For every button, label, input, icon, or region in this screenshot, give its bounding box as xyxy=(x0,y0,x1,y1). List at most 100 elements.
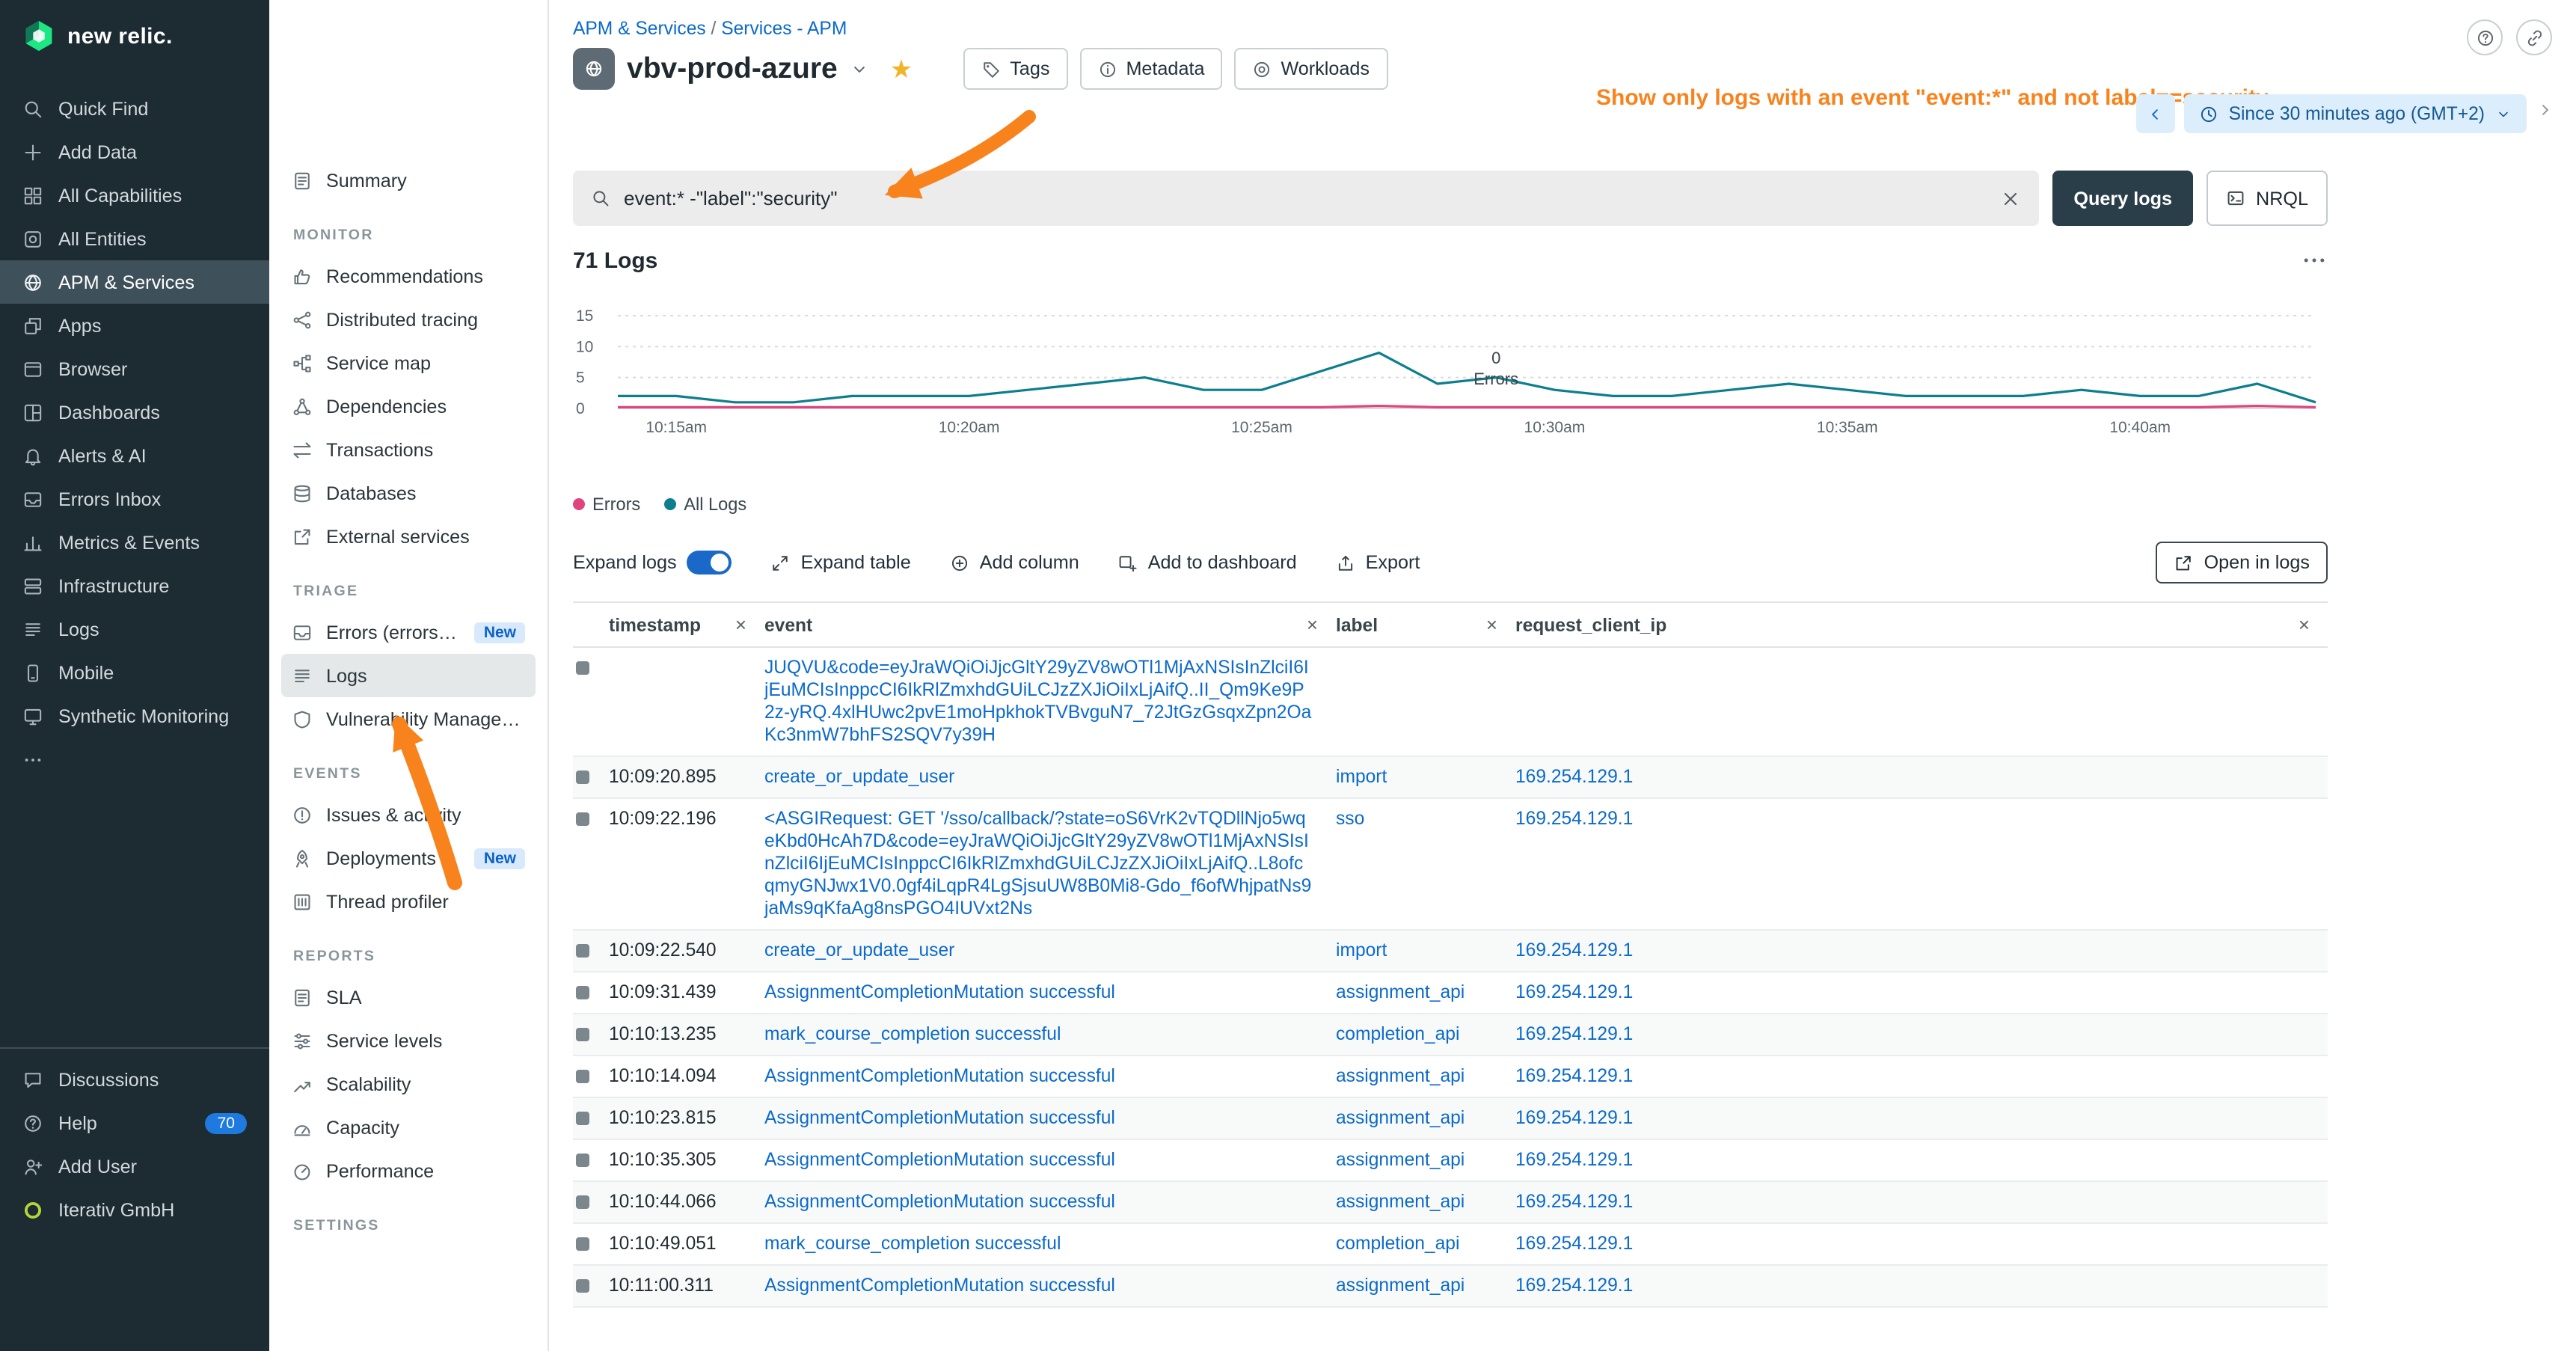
subnav-item-databases[interactable]: Databases xyxy=(281,471,536,515)
subnav-item-sla[interactable]: SLA xyxy=(281,975,536,1019)
subnav-item-issues-activity[interactable]: Issues & activity xyxy=(281,793,536,836)
add-column-button[interactable]: Add column xyxy=(950,552,1079,573)
entity-chevron-down-icon[interactable] xyxy=(850,59,869,79)
log-row[interactable]: 10:10:14.094AssignmentCompletionMutation… xyxy=(573,1056,2328,1098)
sidebar-item-add-data[interactable]: Add Data xyxy=(0,130,269,174)
sidebar-item-errors-inbox[interactable]: Errors Inbox xyxy=(0,477,269,521)
time-back-button[interactable] xyxy=(2136,94,2175,133)
sidebar-item-add-user[interactable]: Add User xyxy=(0,1145,269,1188)
log-event-link[interactable]: create_or_update_user xyxy=(764,766,954,787)
log-label-link[interactable]: assignment_api xyxy=(1336,1065,1465,1086)
log-event-link[interactable]: JUQVU&code=eyJraWQiOiJjcGltY29yZV8wOTl1M… xyxy=(764,657,1311,745)
export-button[interactable]: Export xyxy=(1336,552,1420,573)
breadcrumb-services-apm[interactable]: Services - APM xyxy=(721,18,847,39)
expand-logs-toggle[interactable] xyxy=(687,551,732,575)
log-label-link[interactable]: import xyxy=(1336,766,1387,787)
log-ip-link[interactable]: 169.254.129.1 xyxy=(1515,1149,1633,1170)
subnav-item-service-levels[interactable]: Service levels xyxy=(281,1019,536,1062)
log-event-link[interactable]: AssignmentCompletionMutation successful xyxy=(764,1149,1115,1170)
log-row[interactable]: 10:10:13.235mark_course_completion succe… xyxy=(573,1014,2328,1056)
log-label-link[interactable]: assignment_api xyxy=(1336,1191,1465,1212)
log-ip-link[interactable]: 169.254.129.1 xyxy=(1515,1065,1633,1086)
remove-column-icon[interactable]: × xyxy=(1486,615,1497,634)
sidebar-item-all-entities[interactable]: All Entities xyxy=(0,217,269,260)
log-event-link[interactable]: mark_course_completion successful xyxy=(764,1023,1061,1044)
row-select[interactable] xyxy=(573,1182,609,1209)
subnav-item-distributed-tracing[interactable]: Distributed tracing xyxy=(281,298,536,341)
log-row[interactable]: 10:09:22.540create_or_update_userimport1… xyxy=(573,931,2328,972)
log-row[interactable]: 10:10:35.305AssignmentCompletionMutation… xyxy=(573,1140,2328,1182)
row-select[interactable] xyxy=(573,1140,609,1167)
row-select[interactable] xyxy=(573,648,609,675)
query-logs-button[interactable]: Query logs xyxy=(2052,171,2193,226)
sidebar-item-iterativ-gmbh[interactable]: Iterativ GmbH xyxy=(0,1188,269,1231)
row-select[interactable] xyxy=(573,1056,609,1083)
log-label-link[interactable]: import xyxy=(1336,940,1387,961)
log-row[interactable]: 10:10:23.815AssignmentCompletionMutation… xyxy=(573,1098,2328,1140)
metadata-button[interactable]: Metadata xyxy=(1079,48,1222,90)
subnav-item-external-services[interactable]: External services xyxy=(281,515,536,558)
sidebar-item-logs[interactable]: Logs xyxy=(0,607,269,651)
sidebar-item-metrics-events[interactable]: Metrics & Events xyxy=(0,521,269,564)
sidebar-item-synthetic-monitoring[interactable]: Synthetic Monitoring xyxy=(0,694,269,738)
log-label-link[interactable]: assignment_api xyxy=(1336,1107,1465,1128)
legend-item-all-logs[interactable]: All Logs xyxy=(664,494,746,515)
log-row[interactable]: 10:09:20.895create_or_update_userimport1… xyxy=(573,757,2328,799)
log-label-link[interactable]: assignment_api xyxy=(1336,981,1465,1002)
time-forward-button[interactable] xyxy=(2536,100,2555,127)
permalink-button[interactable] xyxy=(2516,19,2552,55)
logs-chart-svg[interactable]: 05101510:15am10:20am10:25am10:30am10:35a… xyxy=(573,304,2328,447)
sidebar-item-infrastructure[interactable]: Infrastructure xyxy=(0,564,269,607)
log-row[interactable]: 10:09:22.196<ASGIRequest: GET '/sso/call… xyxy=(573,799,2328,931)
sidebar-item-apps[interactable]: Apps xyxy=(0,304,269,347)
row-select[interactable] xyxy=(573,799,609,826)
log-ip-link[interactable]: 169.254.129.1 xyxy=(1515,1233,1633,1254)
log-label-link[interactable]: completion_api xyxy=(1336,1233,1459,1254)
log-ip-link[interactable]: 169.254.129.1 xyxy=(1515,1275,1633,1296)
breadcrumb-apm-services[interactable]: APM & Services xyxy=(573,18,706,39)
row-select[interactable] xyxy=(573,1266,609,1293)
help-button[interactable] xyxy=(2467,19,2503,55)
subnav-item-errors-errors-inb[interactable]: Errors (errors inb...New xyxy=(281,610,536,654)
subnav-item-recommendations[interactable]: Recommendations xyxy=(281,254,536,298)
log-search-input[interactable]: event:* -"label":"security" xyxy=(573,171,2039,226)
log-ip-link[interactable]: 169.254.129.1 xyxy=(1515,808,1633,829)
new-relic-logo[interactable]: new relic. xyxy=(0,0,269,72)
log-ip-link[interactable]: 169.254.129.1 xyxy=(1515,1023,1633,1044)
log-ip-link[interactable]: 169.254.129.1 xyxy=(1515,766,1633,787)
log-row[interactable]: 10:09:31.439AssignmentCompletionMutation… xyxy=(573,972,2328,1014)
favorite-star-icon[interactable]: ★ xyxy=(890,56,913,82)
remove-column-icon[interactable]: × xyxy=(735,615,746,634)
sidebar-item-alerts-ai[interactable]: Alerts & AI xyxy=(0,434,269,477)
time-picker[interactable]: Since 30 minutes ago (GMT+2) xyxy=(2184,94,2527,133)
subnav-item-thread-profiler[interactable]: Thread profiler xyxy=(281,880,536,923)
log-event-link[interactable]: AssignmentCompletionMutation successful xyxy=(764,1191,1115,1212)
log-event-link[interactable]: mark_course_completion successful xyxy=(764,1233,1061,1254)
sidebar-item-dashboards[interactable]: Dashboards xyxy=(0,390,269,434)
log-event-link[interactable]: AssignmentCompletionMutation successful xyxy=(764,1275,1115,1296)
log-ip-link[interactable]: 169.254.129.1 xyxy=(1515,940,1633,961)
log-ip-link[interactable]: 169.254.129.1 xyxy=(1515,981,1633,1002)
open-in-logs-button[interactable]: Open in logs xyxy=(2156,542,2328,583)
log-row[interactable]: 10:11:00.311AssignmentCompletionMutation… xyxy=(573,1266,2328,1308)
log-label-link[interactable]: sso xyxy=(1336,808,1364,829)
more-options-icon[interactable] xyxy=(2301,247,2328,274)
subnav-item-service-map[interactable]: Service map xyxy=(281,341,536,385)
log-event-link[interactable]: AssignmentCompletionMutation successful xyxy=(764,981,1115,1002)
subnav-item-dependencies[interactable]: Dependencies xyxy=(281,385,536,428)
log-label-link[interactable]: assignment_api xyxy=(1336,1149,1465,1170)
sidebar-item-help[interactable]: Help70 xyxy=(0,1101,269,1145)
tags-button[interactable]: Tags xyxy=(963,48,1067,90)
row-select[interactable] xyxy=(573,1014,609,1041)
sidebar-item-discussions[interactable]: Discussions xyxy=(0,1058,269,1101)
subnav-item-vulnerability-management[interactable]: Vulnerability Management xyxy=(281,697,536,741)
sidebar-item-browser[interactable]: Browser xyxy=(0,347,269,390)
nrql-button[interactable]: NRQL xyxy=(2207,171,2328,226)
log-event-link[interactable]: AssignmentCompletionMutation successful xyxy=(764,1107,1115,1128)
clear-query-icon[interactable] xyxy=(2000,188,2021,209)
subnav-item-transactions[interactable]: Transactions xyxy=(281,428,536,471)
subnav-item-deployments[interactable]: DeploymentsNew xyxy=(281,836,536,880)
sidebar-item-all-capabilities[interactable]: All Capabilities xyxy=(0,174,269,217)
log-event-link[interactable]: AssignmentCompletionMutation successful xyxy=(764,1065,1115,1086)
remove-column-icon[interactable]: × xyxy=(2299,615,2310,634)
